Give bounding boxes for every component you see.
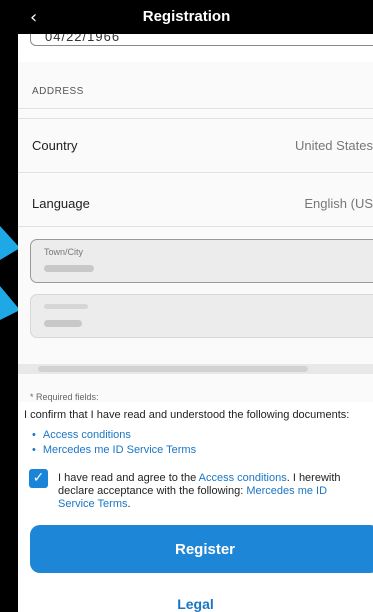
blurred-value bbox=[44, 265, 94, 272]
divider bbox=[18, 108, 373, 109]
document-link-label: Mercedes me ID Service Terms bbox=[42, 444, 197, 456]
zip-code-input[interactable] bbox=[30, 294, 373, 338]
form-panel: 04/22/1966 ADDRESS Country United States… bbox=[18, 34, 373, 612]
page-title: Registration bbox=[142, 8, 231, 25]
country-value: United States bbox=[294, 138, 373, 153]
divider bbox=[18, 226, 373, 227]
bullet-icon: • bbox=[32, 444, 36, 456]
register-button[interactable]: Register bbox=[30, 525, 373, 573]
agree-checkbox[interactable]: ✓ bbox=[29, 469, 48, 488]
language-value: English (US bbox=[304, 196, 373, 211]
agree-text-part: I have read and agree to the bbox=[58, 472, 199, 484]
document-link-access-conditions[interactable]: • Access conditions bbox=[32, 429, 131, 441]
scrollbar[interactable] bbox=[38, 366, 308, 372]
town-city-input[interactable]: Town/City bbox=[30, 239, 373, 283]
checkmark-icon: ✓ bbox=[32, 470, 45, 486]
country-label: Country bbox=[32, 138, 78, 153]
birth-date-field[interactable]: 04/22/1966 bbox=[30, 34, 373, 46]
section-header-address: ADDRESS bbox=[32, 86, 84, 97]
document-link-service-terms[interactable]: • Mercedes me ID Service Terms bbox=[32, 444, 196, 456]
nav-bar: ‹ Registration bbox=[0, 0, 373, 34]
registration-screen: ‹ Registration 04/22/1966 ADDRESS Countr… bbox=[0, 0, 373, 612]
document-link-label: Access conditions bbox=[42, 429, 131, 441]
address-section bbox=[18, 62, 373, 402]
agree-text-part: . bbox=[127, 498, 131, 510]
access-conditions-link[interactable]: Access conditions bbox=[199, 472, 287, 484]
divider bbox=[18, 172, 373, 173]
confirm-text: I confirm that I have read and understoo… bbox=[24, 409, 350, 421]
language-label: Language bbox=[32, 196, 90, 211]
town-city-label: Town/City bbox=[44, 247, 84, 257]
required-note: * Required fields: bbox=[30, 392, 99, 402]
agree-text: I have read and agree to the Access cond… bbox=[58, 472, 363, 511]
bullet-icon: • bbox=[32, 429, 36, 441]
divider bbox=[18, 118, 373, 119]
blurred-value bbox=[44, 320, 82, 327]
blurred-label bbox=[44, 304, 88, 309]
birth-date-value: 04/22/1966 bbox=[45, 34, 121, 44]
legal-link[interactable]: Legal bbox=[18, 596, 373, 612]
